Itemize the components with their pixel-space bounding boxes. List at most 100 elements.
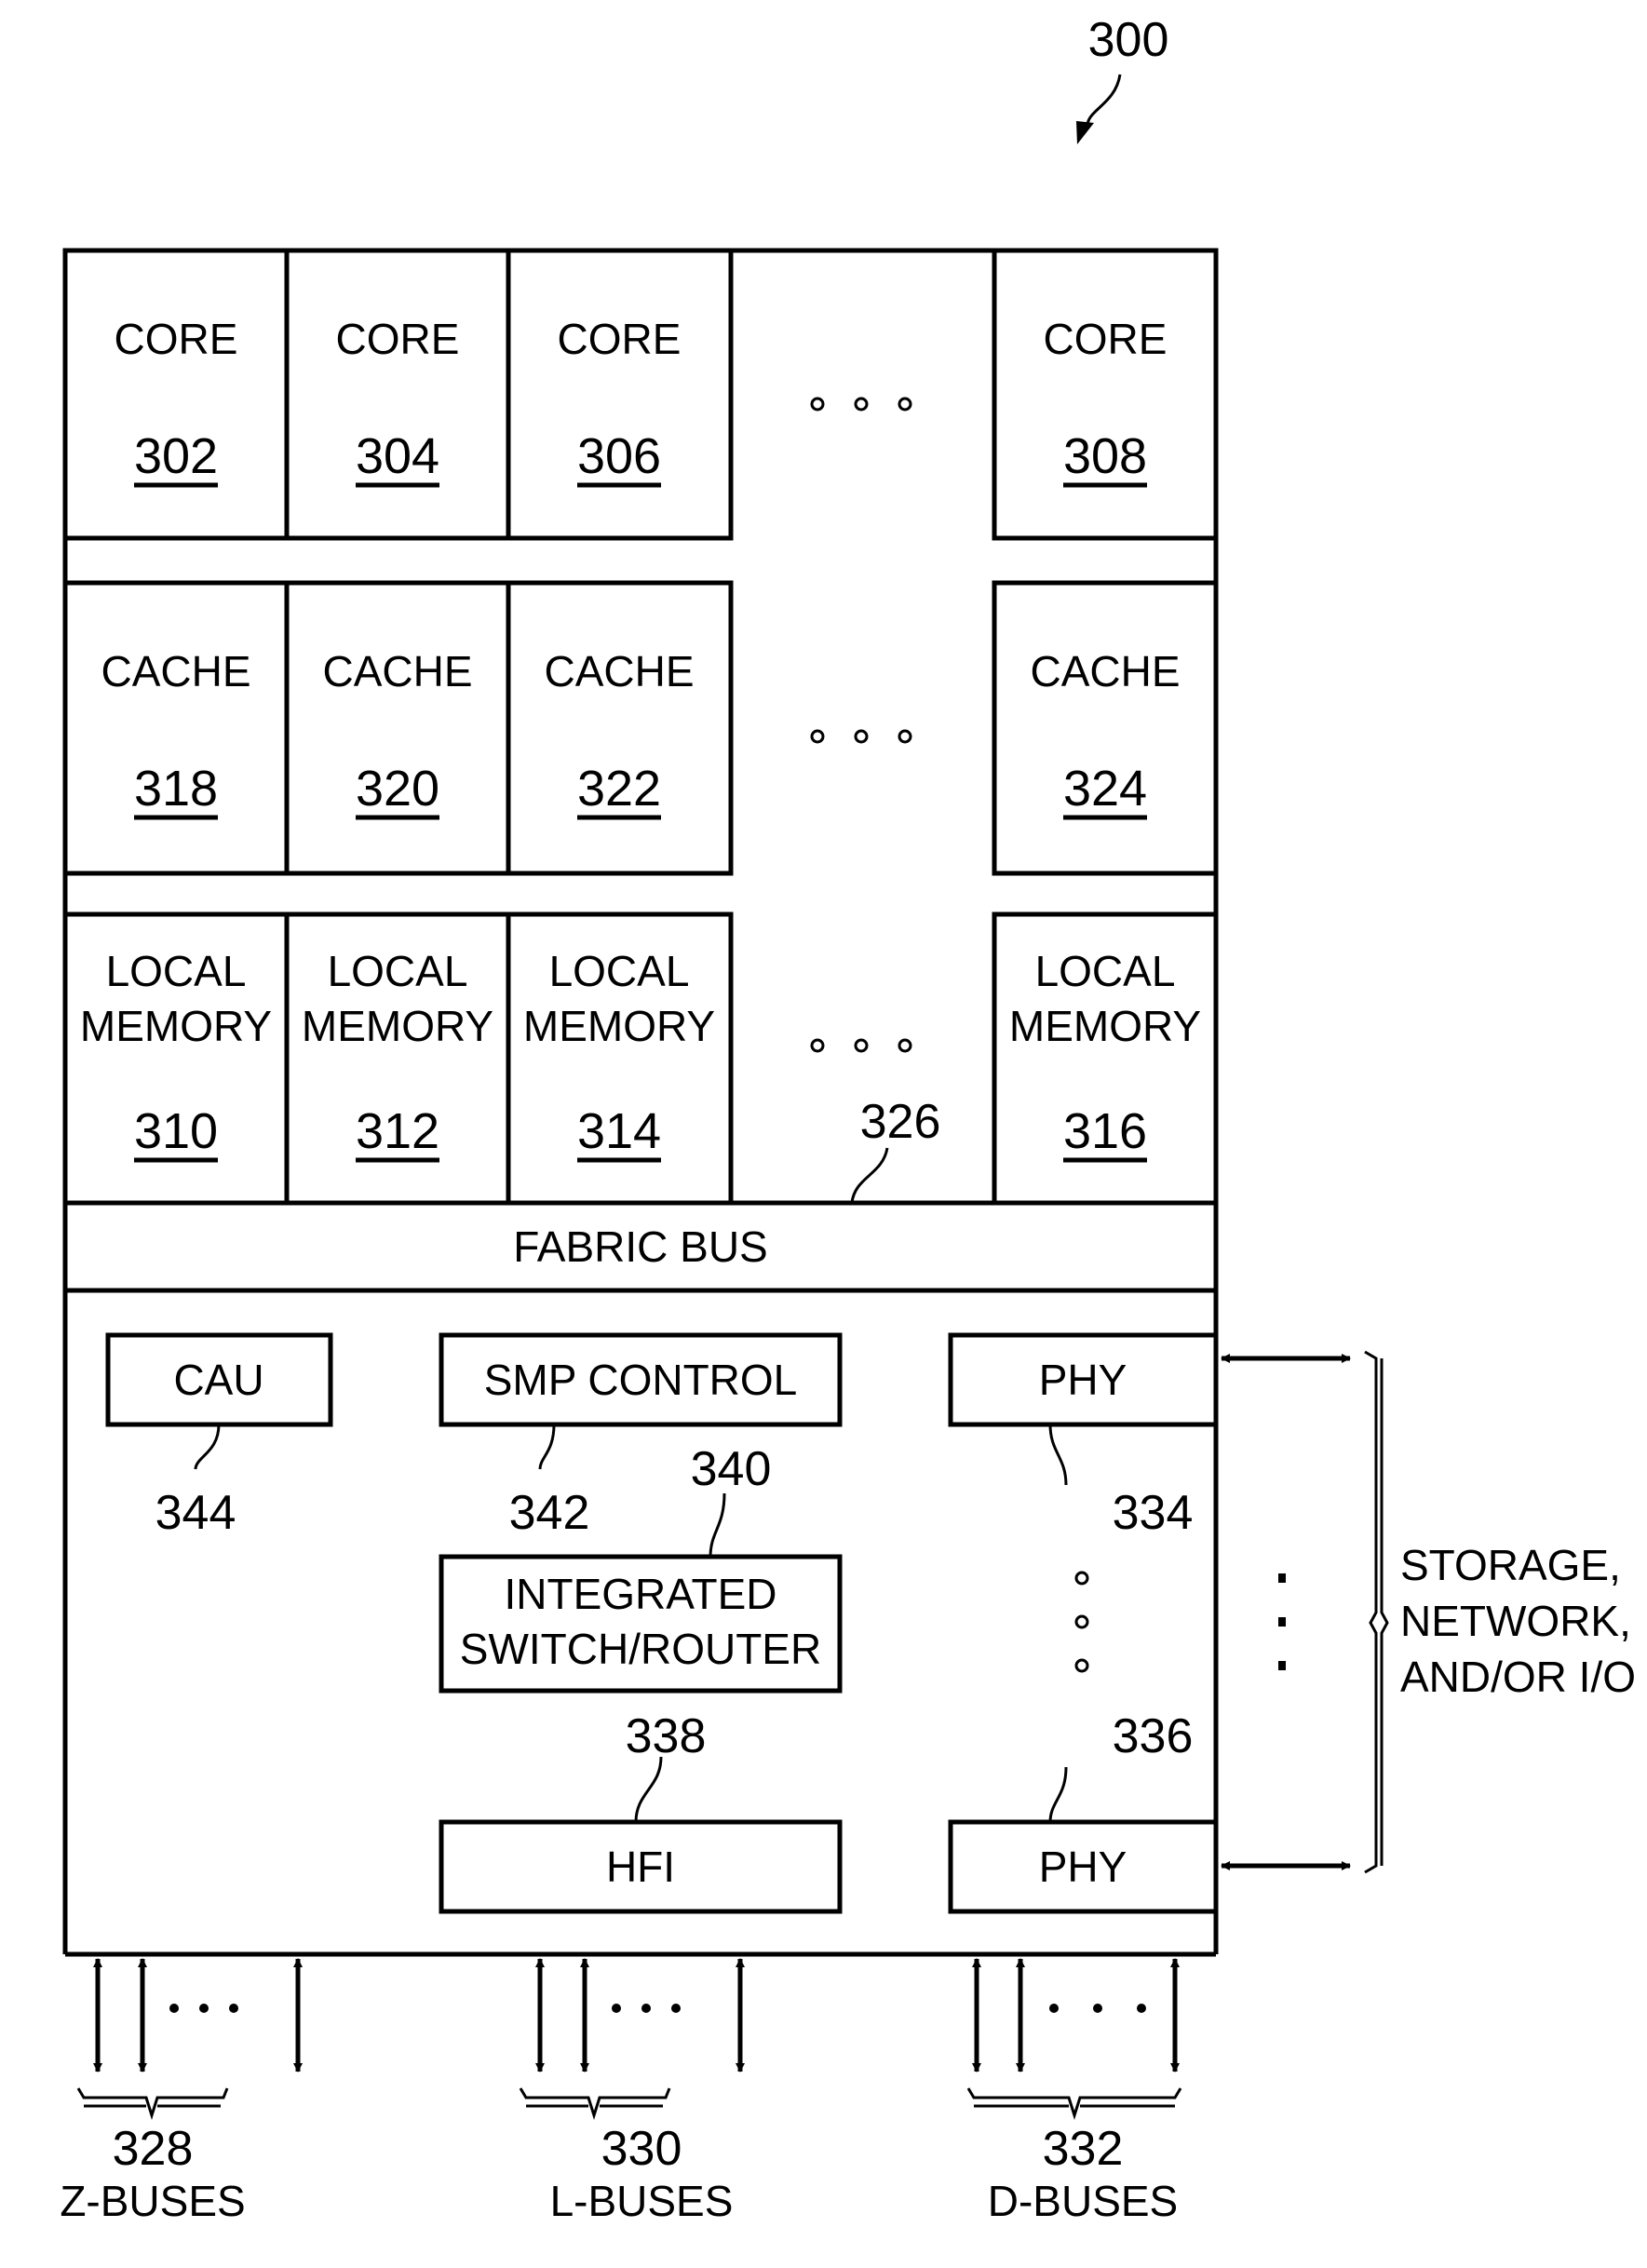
cau-ref: 344 [155, 1486, 236, 1540]
memory-label-line1: LOCAL [328, 947, 468, 995]
l-bus-group[interactable]: 330 L-BUSES [519, 1958, 745, 2225]
external-label-line2: NETWORK, [1400, 1597, 1631, 1645]
memory-label-line1: LOCAL [106, 947, 247, 995]
cache-row [62, 580, 1219, 876]
cau-box[interactable]: CAU [105, 1332, 333, 1427]
switch-label-line2: SWITCH/ROUTER [460, 1625, 821, 1673]
bus-ref: 330 [601, 2122, 682, 2176]
memory-314[interactable]: LOCAL MEMORY 314 [523, 947, 715, 1163]
z-bus-group[interactable]: 328 Z-BUSES [60, 1958, 303, 2225]
core-306[interactable]: CORE 306 [558, 315, 682, 488]
memory-ref: 316 [1063, 1103, 1147, 1159]
core-302[interactable]: CORE 302 [115, 315, 238, 488]
memory-ref: 312 [356, 1103, 439, 1159]
phy-bottom-box[interactable]: PHY [948, 1819, 1219, 1914]
external-brace-icon [1364, 1350, 1389, 1874]
switch-label-line1: INTEGRATED [504, 1570, 776, 1618]
bus-brace-icon [76, 2087, 229, 2120]
hfi-label: HFI [606, 1843, 675, 1891]
integrated-switch-router-box[interactable]: INTEGRATED SWITCH/ROUTER [439, 1554, 843, 1694]
core-label: CORE [336, 315, 460, 363]
memory-label-line2: MEMORY [302, 1002, 493, 1050]
fabric-bus-label: FABRIC BUS [513, 1222, 768, 1271]
core-ref: 302 [134, 428, 218, 484]
phy-top-leader-line [1048, 1424, 1068, 1486]
fabric-bus-leader-line [850, 1147, 889, 1204]
core-304[interactable]: CORE 304 [336, 315, 460, 488]
chip-outline [62, 248, 1219, 1957]
cache-ref: 320 [356, 761, 439, 817]
core-row [62, 248, 1219, 541]
cache-label: CACHE [544, 647, 694, 695]
core-label: CORE [558, 315, 682, 363]
bus-ellipsis-icon [169, 2004, 238, 2013]
cache-label: CACHE [101, 647, 250, 695]
phy-top-ref: 334 [1113, 1486, 1194, 1540]
core-ellipsis-icon [810, 397, 912, 412]
smp-ref: 342 [509, 1486, 590, 1540]
bus-label: L-BUSES [550, 2177, 734, 2225]
cau-label: CAU [173, 1356, 263, 1404]
memory-label-line2: MEMORY [523, 1002, 715, 1050]
memory-310[interactable]: LOCAL MEMORY 310 [80, 947, 272, 1163]
bus-ref: 332 [1043, 2122, 1124, 2176]
core-ref: 306 [577, 428, 661, 484]
phy-bottom-ref: 336 [1113, 1709, 1194, 1763]
d-bus-group[interactable]: 332 D-BUSES [966, 1958, 1182, 2225]
cau-leader-line [194, 1424, 221, 1470]
phy-top-box[interactable]: PHY [948, 1332, 1219, 1427]
cache-ref: 324 [1063, 761, 1147, 817]
external-label-line1: STORAGE, [1400, 1541, 1621, 1589]
cache-318[interactable]: CACHE 318 [101, 647, 251, 820]
cache-label: CACHE [322, 647, 472, 695]
cache-320[interactable]: CACHE 320 [322, 647, 473, 820]
phy-top-label: PHY [1039, 1356, 1127, 1404]
external-ellipsis-icon [1278, 1573, 1286, 1670]
processor-diagram: 300 CORE 302 CORE 304 CORE 306 CORE 308 [60, 13, 1636, 2225]
figure-ref-arrowhead-icon [1076, 121, 1094, 144]
core-label: CORE [115, 315, 238, 363]
hfi-leader-line [634, 1756, 663, 1823]
bus-ellipsis-icon [612, 2004, 681, 2013]
cache-ref: 322 [577, 761, 661, 817]
hfi-ref: 338 [626, 1709, 707, 1763]
cache-ellipsis-icon [810, 729, 912, 744]
core-label: CORE [1044, 315, 1168, 363]
bus-label: D-BUSES [988, 2177, 1178, 2225]
memory-ref: 314 [577, 1103, 661, 1159]
switch-ref: 340 [691, 1442, 772, 1496]
memory-312[interactable]: LOCAL MEMORY 312 [302, 947, 493, 1163]
core-ref: 304 [356, 428, 439, 484]
external-label-line3: AND/OR I/O [1400, 1653, 1636, 1701]
hfi-box[interactable]: HFI [439, 1819, 843, 1914]
figure-ref-arrow-icon [1086, 74, 1122, 127]
figure-ref: 300 [1088, 13, 1169, 67]
phy-bottom-label: PHY [1039, 1843, 1127, 1891]
smp-leader-line [538, 1424, 556, 1470]
memory-label-line2: MEMORY [80, 1002, 272, 1050]
core-ref: 308 [1063, 428, 1147, 484]
cache-322[interactable]: CACHE 322 [544, 647, 695, 820]
memory-ellipsis-icon [810, 1038, 912, 1053]
memory-316[interactable]: LOCAL MEMORY 316 [1009, 947, 1201, 1163]
cache-label: CACHE [1030, 647, 1180, 695]
phy-bottom-leader-line [1048, 1766, 1068, 1823]
bus-ellipsis-icon [1049, 2004, 1146, 2013]
phy-ellipsis-icon [1074, 1571, 1089, 1673]
core-308[interactable]: CORE 308 [1044, 315, 1168, 488]
memory-label-line1: LOCAL [549, 947, 690, 995]
memory-ref: 310 [134, 1103, 218, 1159]
switch-leader-line [709, 1492, 726, 1558]
bus-brace-icon [966, 2087, 1182, 2120]
cache-ref: 318 [134, 761, 218, 817]
external-label: STORAGE, NETWORK, AND/OR I/O [1400, 1541, 1636, 1701]
memory-label-line1: LOCAL [1035, 947, 1176, 995]
fabric-bus-ref: 326 [860, 1095, 941, 1149]
fabric-bus[interactable]: FABRIC BUS [62, 1200, 1219, 1293]
bus-ref: 328 [113, 2122, 194, 2176]
bus-brace-icon [519, 2087, 671, 2120]
bus-label: Z-BUSES [60, 2177, 245, 2225]
memory-label-line2: MEMORY [1009, 1002, 1201, 1050]
smp-control-box[interactable]: SMP CONTROL [439, 1332, 843, 1427]
cache-324[interactable]: CACHE 324 [1030, 647, 1181, 820]
